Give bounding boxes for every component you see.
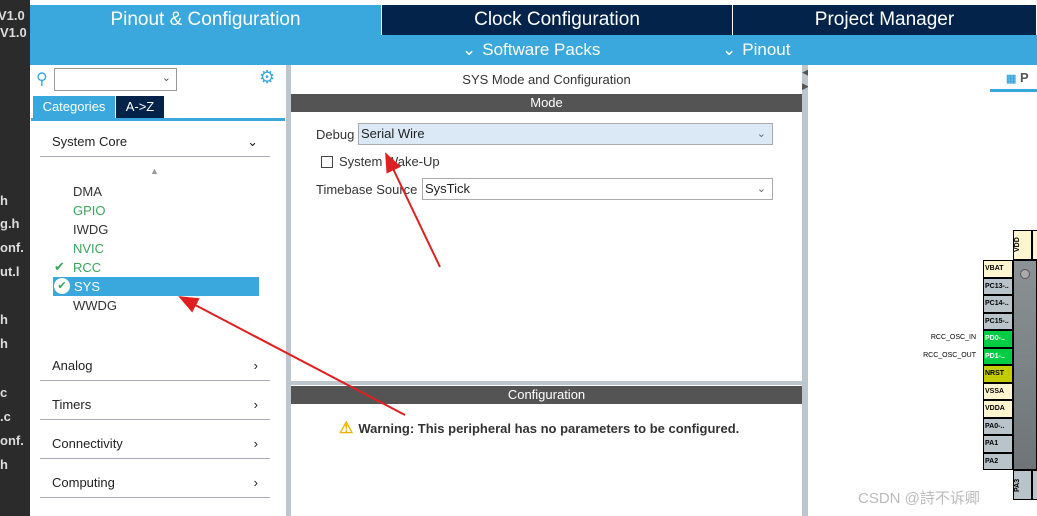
arrow-to-debug <box>385 152 441 268</box>
arrow-to-sys <box>178 296 406 416</box>
annotation-arrows <box>178 152 441 416</box>
